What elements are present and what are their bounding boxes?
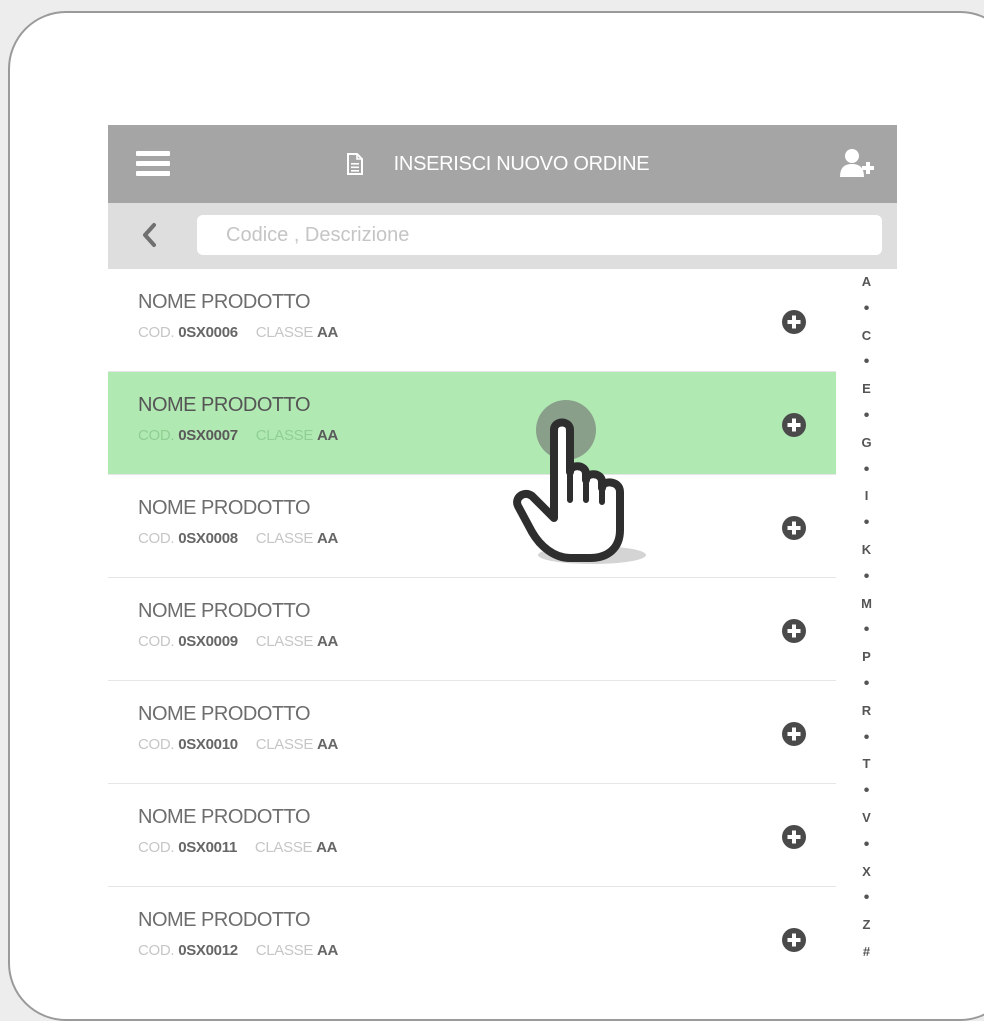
index-letter[interactable]: V [862,805,871,832]
product-code: 0SX0012 [178,942,238,959]
add-product-plus-icon[interactable] [781,412,807,438]
product-name: NOME PRODOTTO [138,909,311,931]
index-separator: • [863,353,870,371]
index-separator: • [863,460,870,478]
page-title: INSERISCI NUOVO ORDINE [393,152,650,175]
product-name: NOME PRODOTTO [138,703,311,725]
product-row[interactable]: NOME PRODOTTO COD. 0SX0012 CLASSE AA [108,887,836,986]
class-label: CLASSE [255,324,314,341]
product-code: 0SX0011 [178,839,237,856]
add-user-icon[interactable] [839,147,875,181]
index-letter[interactable]: T [863,751,871,778]
code-label: COD. [138,942,175,959]
add-product-plus-icon[interactable] [781,309,807,335]
product-class: AA [316,633,339,650]
class-label: CLASSE [255,427,314,444]
search-bar [108,203,897,269]
index-letter[interactable]: E [862,376,871,403]
add-product-plus-icon[interactable] [781,927,807,953]
product-class: AA [316,530,339,547]
product-meta: COD. 0SX0011 CLASSE AA [138,839,338,856]
product-row[interactable]: NOME PRODOTTO COD. 0SX0007 CLASSE AA [108,372,836,475]
index-separator: • [863,567,870,585]
product-meta: COD. 0SX0006 CLASSE AA [138,324,338,341]
index-separator: • [863,621,870,639]
product-meta: COD. 0SX0012 CLASSE AA [138,942,338,959]
product-code: 0SX0009 [178,633,238,650]
product-class: AA [316,942,339,959]
index-letter[interactable]: C [862,323,871,350]
search-input[interactable] [197,215,882,255]
product-meta: COD. 0SX0007 CLASSE AA [138,427,338,444]
product-class: AA [316,839,338,856]
index-letter[interactable]: P [862,644,871,671]
header-title-group: INSERISCI NUOVO ORDINE [108,125,897,203]
product-name: NOME PRODOTTO [138,291,311,313]
product-row[interactable]: NOME PRODOTTO COD. 0SX0006 CLASSE AA [108,269,836,372]
product-row[interactable]: NOME PRODOTTO COD. 0SX0010 CLASSE AA [108,681,836,784]
index-separator: • [863,406,870,424]
product-class: AA [316,736,339,753]
index-separator: • [863,514,870,532]
product-name: NOME PRODOTTO [138,806,311,828]
class-label: CLASSE [255,736,314,753]
product-code: 0SX0008 [178,530,238,547]
product-list: NOME PRODOTTO COD. 0SX0006 CLASSE AA NOM… [108,269,836,986]
product-name: NOME PRODOTTO [138,600,311,622]
app-header: INSERISCI NUOVO ORDINE [108,125,897,203]
product-class: AA [316,324,339,341]
add-product-plus-icon[interactable] [781,618,807,644]
index-separator: • [863,728,870,746]
index-letter[interactable]: A [862,269,871,296]
product-row[interactable]: NOME PRODOTTO COD. 0SX0008 CLASSE AA [108,475,836,578]
index-separator: • [863,835,870,853]
add-product-plus-icon[interactable] [781,824,807,850]
product-code: 0SX0007 [178,427,238,444]
index-separator: • [863,782,870,800]
product-row[interactable]: NOME PRODOTTO COD. 0SX0011 CLASSE AA [108,784,836,887]
add-product-plus-icon[interactable] [781,515,807,541]
document-icon [346,153,363,175]
product-name: NOME PRODOTTO [138,394,311,416]
product-code: 0SX0010 [178,736,238,753]
index-letter[interactable]: K [862,537,871,564]
product-code: 0SX0006 [178,324,238,341]
product-meta: COD. 0SX0009 CLASSE AA [138,633,338,650]
index-letter[interactable]: Z [863,912,871,939]
index-separator: • [863,889,870,907]
add-product-plus-icon[interactable] [781,721,807,747]
index-separator: • [863,299,870,317]
class-label: CLASSE [255,942,314,959]
index-letter[interactable]: G [861,430,871,457]
index-letter[interactable]: I [865,483,869,510]
product-row[interactable]: NOME PRODOTTO COD. 0SX0009 CLASSE AA [108,578,836,681]
index-letter[interactable]: X [862,859,871,886]
product-meta: COD. 0SX0010 CLASSE AA [138,736,338,753]
index-letter[interactable]: R [862,698,871,725]
alphabet-index[interactable]: A • C • E • G • I • K • M • P • R • T • V • X • Z # [836,269,897,986]
code-label: COD. [138,839,175,856]
class-label: CLASSE [255,633,314,650]
class-label: CLASSE [254,839,313,856]
product-meta: COD. 0SX0008 CLASSE AA [138,530,338,547]
product-name: NOME PRODOTTO [138,497,311,519]
code-label: COD. [138,324,175,341]
code-label: COD. [138,633,175,650]
code-label: COD. [138,530,175,547]
app-screen: INSERISCI NUOVO ORDINE NOME PRODOTTO COD… [108,125,897,986]
product-class: AA [316,427,339,444]
index-letter[interactable]: # [863,939,870,966]
index-letter[interactable]: M [861,591,872,618]
code-label: COD. [138,427,175,444]
back-chevron-icon[interactable] [138,221,160,249]
index-separator: • [863,674,870,692]
class-label: CLASSE [255,530,314,547]
code-label: COD. [138,736,175,753]
